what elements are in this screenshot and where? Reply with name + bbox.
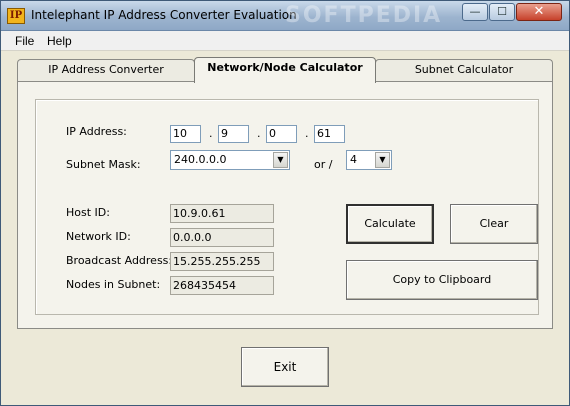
host-id-label: Host ID: <box>66 206 110 219</box>
title-bar[interactable]: IP Intelephant IP Address Converter Eval… <box>1 1 569 31</box>
tab-panel: IP Address: 10 . 9 . 0 . 61 Subnet Mask:… <box>17 81 553 329</box>
calculate-button[interactable]: Calculate <box>346 204 434 244</box>
maximize-button[interactable]: ☐ <box>489 3 515 21</box>
broadcast-address-value: 15.255.255.255 <box>170 252 274 271</box>
nodes-in-subnet-value: 268435454 <box>170 276 274 295</box>
app-ip-icon: IP <box>7 8 25 24</box>
broadcast-address-label: Broadcast Address: <box>66 254 173 267</box>
chevron-down-icon[interactable]: ▼ <box>273 152 288 168</box>
menu-help[interactable]: Help <box>47 34 72 48</box>
tab-ip-address-converter[interactable]: IP Address Converter <box>17 59 195 81</box>
menu-file[interactable]: File <box>15 34 34 48</box>
ip-octet-3[interactable]: 0 <box>266 125 297 143</box>
menu-bar: File Help <box>1 31 569 51</box>
ip-octet-2[interactable]: 9 <box>218 125 249 143</box>
nodes-in-subnet-label: Nodes in Subnet: <box>66 278 161 291</box>
tab-subnet-calculator[interactable]: Subnet Calculator <box>375 59 553 81</box>
exit-button[interactable]: Exit <box>241 347 329 387</box>
octet-separator: . <box>209 127 213 140</box>
close-button[interactable]: ✕ <box>516 3 562 21</box>
subnet-mask-value: 240.0.0.0 <box>174 153 227 166</box>
ip-octet-1[interactable]: 10 <box>170 125 201 143</box>
copy-to-clipboard-button[interactable]: Copy to Clipboard <box>346 260 538 300</box>
prefix-length-select[interactable]: 4 ▼ <box>346 150 392 170</box>
host-id-value: 10.9.0.61 <box>170 204 274 223</box>
window-title: Intelephant IP Address Converter Evaluat… <box>31 8 297 22</box>
subnet-mask-select[interactable]: 240.0.0.0 ▼ <box>170 150 290 170</box>
watermark: SOFTPEDIA <box>285 3 443 28</box>
octet-separator: . <box>305 127 309 140</box>
network-id-label: Network ID: <box>66 230 131 243</box>
chevron-down-icon[interactable]: ▼ <box>375 152 390 168</box>
network-id-value: 0.0.0.0 <box>170 228 274 247</box>
calculator-group: IP Address: 10 . 9 . 0 . 61 Subnet Mask:… <box>35 99 539 315</box>
ip-octet-4[interactable]: 61 <box>314 125 345 143</box>
ip-address-label: IP Address: <box>66 125 127 138</box>
main-window: IP Intelephant IP Address Converter Eval… <box>0 0 570 406</box>
subnet-mask-label: Subnet Mask: <box>66 158 141 171</box>
tab-network-node-calculator[interactable]: Network/Node Calculator <box>194 57 376 83</box>
or-prefix-label: or / <box>314 158 333 171</box>
minimize-button[interactable]: — <box>462 3 488 21</box>
prefix-length-value: 4 <box>350 153 357 166</box>
clear-button[interactable]: Clear <box>450 204 538 244</box>
octet-separator: . <box>257 127 261 140</box>
